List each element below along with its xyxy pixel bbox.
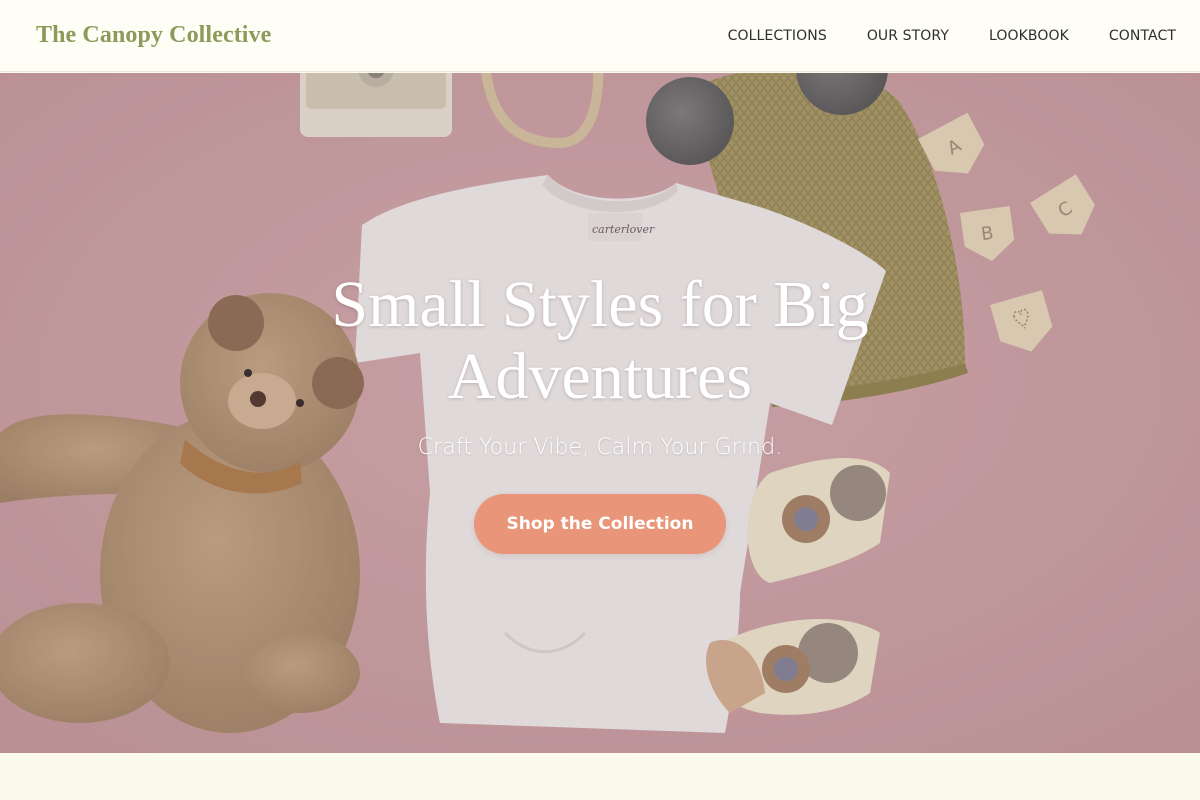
next-section-band <box>0 753 1200 800</box>
hero-content: Small Styles for Big Adventures Craft Yo… <box>0 73 1200 753</box>
site-header: The Canopy Collective COLLECTIONS OUR ST… <box>0 0 1200 72</box>
brand-logo[interactable]: The Canopy Collective <box>36 22 271 49</box>
hero-section: A B C carterlover Small Styles for Big A… <box>0 73 1200 753</box>
nav-link-lookbook[interactable]: LOOKBOOK <box>989 28 1069 44</box>
nav-link-collections[interactable]: COLLECTIONS <box>728 28 827 44</box>
hero-title: Small Styles for Big Adventures <box>331 268 869 413</box>
nav-link-contact[interactable]: CONTACT <box>1109 28 1176 44</box>
nav-link-our-story[interactable]: OUR STORY <box>867 28 949 44</box>
main-nav: COLLECTIONS OUR STORY LOOKBOOK CONTACT <box>688 28 1176 44</box>
shop-collection-button[interactable]: Shop the Collection <box>474 494 726 554</box>
hero-subtitle: Craft Your Vibe, Calm Your Grind. <box>417 435 783 460</box>
